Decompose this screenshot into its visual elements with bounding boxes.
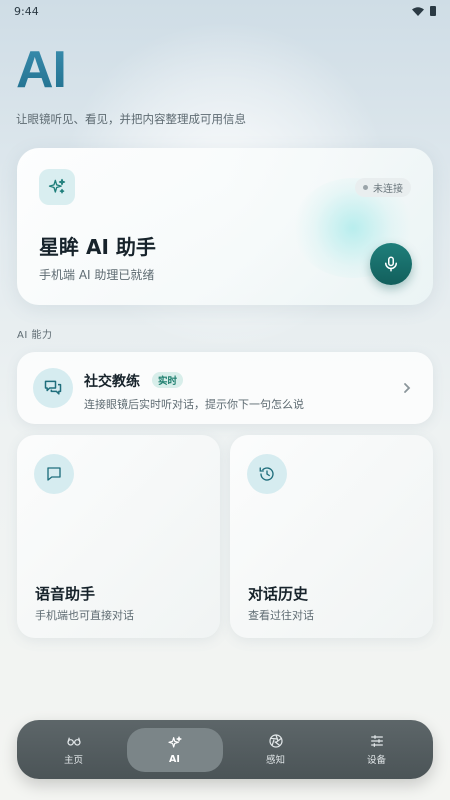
- assistant-title: 星眸 AI 助手: [39, 235, 156, 259]
- nav-label-home: 主页: [63, 755, 83, 766]
- realtime-badge: 实时: [152, 372, 184, 388]
- voice-assistant-tile[interactable]: 语音助手 手机端也可直接对话: [17, 435, 220, 638]
- microphone-button[interactable]: [370, 243, 412, 285]
- battery-icon: [430, 6, 436, 16]
- chat-bubbles-icon: [33, 368, 73, 408]
- social-coach-title: 社交教练: [84, 374, 140, 390]
- assistant-subtitle: 手机端 AI 助理已就绪: [39, 268, 155, 282]
- nav-item-device[interactable]: 设备: [329, 728, 425, 772]
- chat-history-title: 对话历史: [248, 585, 309, 603]
- glasses-icon: [66, 737, 81, 746]
- history-icon: [247, 454, 287, 494]
- connection-status-label: 未连接: [373, 184, 403, 195]
- chat-history-subtitle: 查看过往对话: [248, 609, 314, 622]
- voice-assistant-subtitle: 手机端也可直接对话: [35, 609, 134, 622]
- status-dot: [363, 185, 368, 190]
- voice-assistant-title: 语音助手: [35, 585, 96, 603]
- nav-label-ai: AI: [169, 753, 180, 765]
- status-time: 9:44: [14, 4, 39, 18]
- nav-item-perception[interactable]: 感知: [228, 728, 324, 772]
- sliders-icon: [370, 735, 383, 747]
- connection-status-badge: 未连接: [355, 178, 411, 197]
- sparkle-icon: [39, 169, 75, 205]
- microphone-icon: [385, 256, 397, 272]
- chat-bubble-icon: [34, 454, 74, 494]
- aperture-icon: [268, 734, 283, 748]
- section-label: AI 能力: [17, 330, 53, 341]
- status-bar: 9:44: [0, 0, 450, 22]
- chevron-right-icon: [404, 383, 411, 393]
- nav-label-perception: 感知: [265, 755, 285, 766]
- nav-label-device: 设备: [366, 755, 386, 766]
- chat-history-tile[interactable]: 对话历史 查看过往对话: [230, 435, 433, 638]
- page-subtitle: 让眼镜听见、看见，并把内容整理成可用信息: [16, 112, 246, 126]
- assistant-card[interactable]: 未连接 星眸 AI 助手 手机端 AI 助理已就绪: [17, 148, 433, 305]
- nav-item-ai[interactable]: AI: [126, 727, 223, 772]
- page-title: AI: [16, 41, 67, 99]
- nav-item-home[interactable]: 主页: [26, 728, 122, 772]
- social-coach-subtitle: 连接眼镜后实时听对话，提示你下一句怎么说: [84, 398, 304, 411]
- wifi-icon: [412, 6, 424, 16]
- sparkle-icon: [167, 735, 182, 748]
- bottom-nav: 主页 AI 感知 设备: [17, 720, 433, 779]
- social-coach-card[interactable]: 社交教练 实时 连接眼镜后实时听对话，提示你下一句怎么说: [17, 352, 433, 424]
